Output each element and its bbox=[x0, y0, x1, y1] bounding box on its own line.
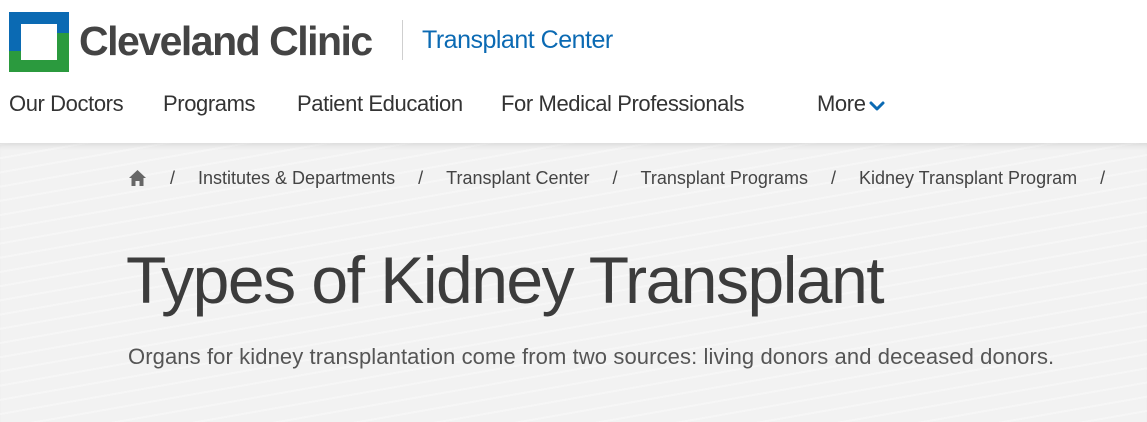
page-intro: Organs for kidney transplantation come f… bbox=[128, 344, 1055, 369]
breadcrumb-separator: / bbox=[612, 167, 618, 188]
nav-item-our-doctors[interactable]: Our Doctors bbox=[9, 84, 124, 124]
breadcrumb-item-transplant-center[interactable]: Transplant Center bbox=[446, 168, 589, 189]
breadcrumb-separator: / bbox=[170, 167, 176, 188]
chevron-down-icon bbox=[869, 101, 885, 110]
breadcrumb-item-kidney-transplant-program[interactable]: Kidney Transplant Program bbox=[859, 168, 1077, 189]
transplant-center-link[interactable]: Transplant Center bbox=[422, 24, 613, 56]
nav-item-patient-education[interactable]: Patient Education bbox=[297, 84, 463, 124]
brand-divider bbox=[402, 20, 403, 60]
nav-more-label: More bbox=[817, 91, 866, 116]
breadcrumb-separator: / bbox=[418, 167, 424, 188]
nav-item-programs[interactable]: Programs bbox=[163, 84, 256, 124]
breadcrumb-item-institutes[interactable]: Institutes & Departments bbox=[198, 168, 395, 189]
breadcrumb: / Institutes & Departments / Transplant … bbox=[128, 165, 1128, 191]
page-title: Types of Kidney Transplant bbox=[126, 243, 885, 317]
brand-name[interactable]: Cleveland Clinic bbox=[79, 17, 373, 65]
home-icon[interactable] bbox=[128, 169, 147, 187]
nav-more-button[interactable]: More bbox=[817, 84, 885, 124]
main-nav: Our Doctors Programs Patient Education F… bbox=[0, 84, 1147, 124]
site-header: Cleveland Clinic Transplant Center Our D… bbox=[0, 0, 1147, 143]
nav-item-for-medical-professionals[interactable]: For Medical Professionals bbox=[501, 84, 745, 124]
breadcrumb-item-transplant-programs[interactable]: Transplant Programs bbox=[641, 168, 808, 189]
cleveland-clinic-logo-icon[interactable] bbox=[9, 12, 69, 72]
breadcrumb-separator: / bbox=[1100, 167, 1106, 188]
breadcrumb-separator: / bbox=[830, 167, 836, 188]
